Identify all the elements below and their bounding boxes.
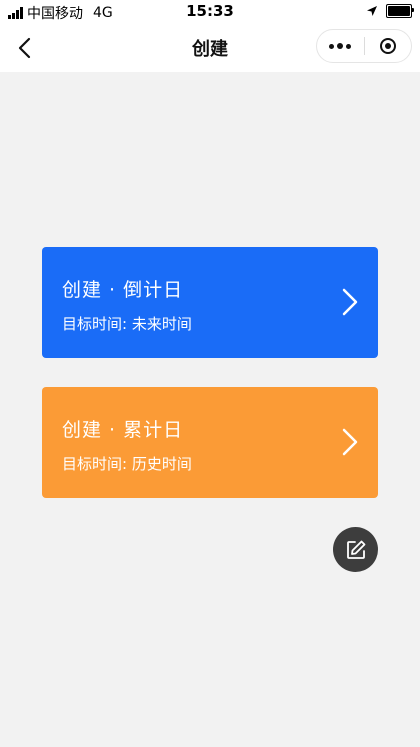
cumulative-card-subtitle: 目标时间: 历史时间 [62, 455, 192, 473]
nav-bar: 创建 [0, 24, 420, 72]
chevron-right-icon [342, 288, 358, 316]
status-time: 15:33 [186, 2, 234, 20]
create-countdown-card[interactable]: 创建 · 倒计日 目标时间: 未来时间 [42, 247, 378, 358]
edit-icon [346, 540, 365, 559]
mini-program-capsule [316, 29, 412, 63]
cumulative-card-title: 创建 · 累计日 [62, 419, 184, 441]
countdown-card-title: 创建 · 倒计日 [62, 279, 184, 301]
more-dots-icon [329, 43, 352, 49]
close-mini-program-button[interactable] [365, 30, 412, 62]
create-cumulative-card[interactable]: 创建 · 累计日 目标时间: 历史时间 [42, 387, 378, 498]
battery-icon [386, 4, 414, 18]
target-icon [379, 38, 396, 54]
status-bar: 中国移动 4G 15:33 [0, 0, 420, 24]
chevron-right-icon [342, 428, 358, 456]
location-arrow-icon [367, 6, 377, 16]
countdown-card-subtitle: 目标时间: 未来时间 [62, 315, 192, 333]
more-button[interactable] [317, 30, 364, 62]
edit-fab-button[interactable] [333, 527, 378, 572]
status-right [366, 4, 414, 18]
